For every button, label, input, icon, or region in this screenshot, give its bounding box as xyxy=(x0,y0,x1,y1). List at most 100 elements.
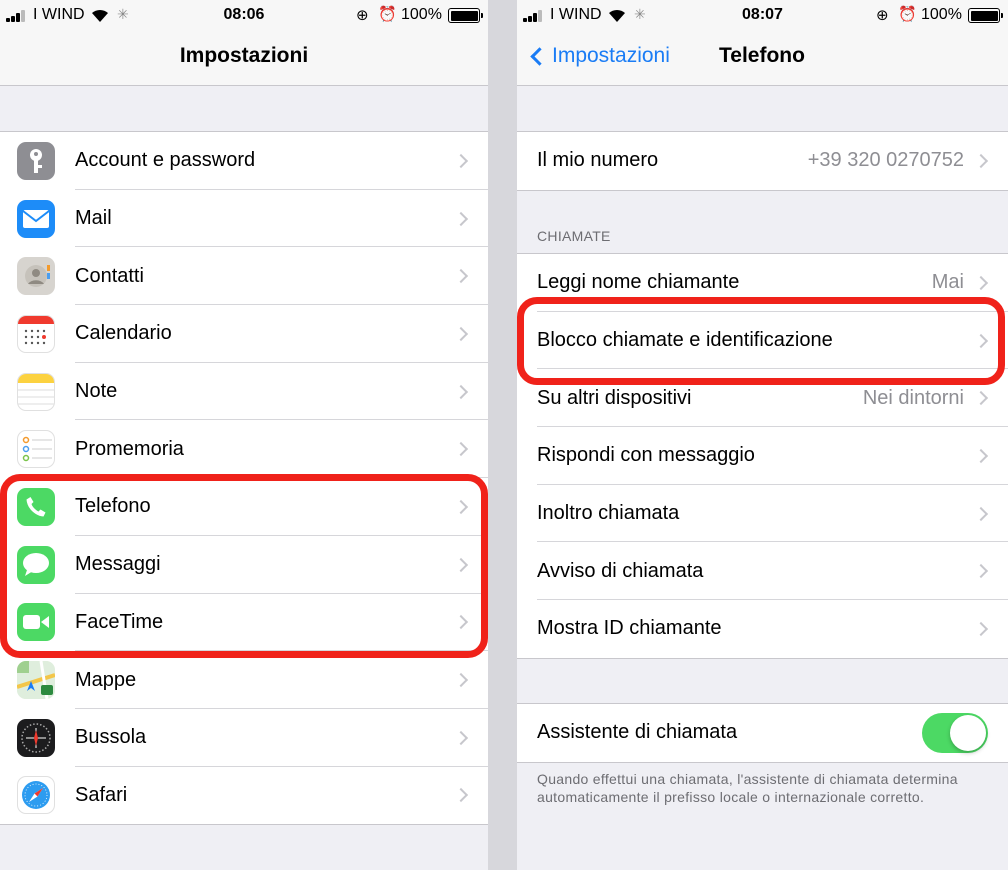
rotation-lock-icon: ⊕ xyxy=(876,7,889,24)
my-number-value: +39 320 0270752 xyxy=(807,149,964,172)
alarm-icon: ⏰ xyxy=(378,6,397,23)
calls-item-label: Blocco chiamate e identificazione xyxy=(537,329,833,352)
battery-icon xyxy=(448,8,483,23)
nav-bar: Impostazioni Telefono xyxy=(517,30,1008,86)
page-title: Telefono xyxy=(719,44,805,67)
rotation-lock-icon: ⊕ xyxy=(356,7,369,24)
assistant-label: Assistente di chiamata xyxy=(537,721,738,744)
chevron-right-icon xyxy=(453,672,469,688)
chevron-right-icon xyxy=(453,211,469,226)
status-bar: I WIND ✳ 08:07 ⊕ ⏰ 100% xyxy=(517,0,1008,30)
calls-item-value: Nei dintorni xyxy=(862,386,964,409)
settings-item-label: Note xyxy=(75,380,118,403)
calls-item-value: Mai xyxy=(931,271,964,294)
calls-item-respond-text[interactable]: Rispondi con messaggio xyxy=(517,427,1008,485)
status-bar: I WIND ✳ 08:06 ⊕ ⏰ 100% xyxy=(0,0,488,30)
my-number-label: Il mio numero xyxy=(537,149,659,172)
my-number-group: Il mio numero +39 320 0270752 xyxy=(517,131,1008,191)
chevron-right-icon xyxy=(973,506,989,521)
settings-item-maps[interactable]: Mappe xyxy=(0,651,488,709)
calls-item-waiting[interactable]: Avviso di chiamata xyxy=(517,542,1008,601)
phone-icon xyxy=(17,487,55,526)
reminders-icon xyxy=(17,430,55,469)
settings-item-label: FaceTime xyxy=(75,610,164,633)
chevron-right-icon xyxy=(973,153,989,168)
settings-item-facetime[interactable]: FaceTime xyxy=(0,594,488,652)
settings-item-contacts[interactable]: Contatti xyxy=(0,247,488,306)
chevron-right-icon xyxy=(973,391,989,406)
settings-item-reminders[interactable]: Promemoria xyxy=(0,420,488,479)
settings-item-label: Account e password xyxy=(75,149,256,172)
phone-settings-screen: I WIND ✳ 08:07 ⊕ ⏰ 100% Impostazioni Tel… xyxy=(517,0,1008,870)
chevron-right-icon xyxy=(453,615,469,630)
alarm-icon: ⏰ xyxy=(898,6,917,23)
settings-item-compass[interactable]: Bussola xyxy=(0,709,488,767)
chevron-right-icon xyxy=(453,269,469,284)
calls-item-label: Su altri dispositivi xyxy=(537,386,692,409)
toggle-knob xyxy=(950,714,986,751)
calls-section-header: CHIAMATE xyxy=(537,228,611,244)
back-button[interactable]: Impostazioni xyxy=(527,44,670,68)
settings-item-account[interactable]: Account e password xyxy=(0,132,488,190)
settings-item-phone[interactable]: Telefono xyxy=(0,478,488,536)
chevron-right-icon xyxy=(453,153,469,168)
chevron-left-icon xyxy=(530,46,549,66)
settings-item-label: Mappe xyxy=(75,668,137,691)
settings-item-label: Safari xyxy=(75,783,128,806)
maps-icon xyxy=(17,661,55,700)
chevron-right-icon xyxy=(973,564,989,579)
calls-item-blocking[interactable]: Blocco chiamate e identificazione xyxy=(517,312,1008,370)
settings-item-messages[interactable]: Messaggi xyxy=(0,536,488,594)
battery-icon xyxy=(968,8,1003,23)
calls-item-label: Mostra ID chiamante xyxy=(537,617,722,640)
assistant-toggle[interactable] xyxy=(922,712,988,753)
battery-percent: 100% xyxy=(921,6,962,23)
facetime-icon xyxy=(17,603,55,642)
settings-item-label: Mail xyxy=(75,207,112,230)
settings-item-label: Calendario xyxy=(75,322,172,345)
notes-icon xyxy=(17,372,55,411)
settings-item-label: Promemoria xyxy=(75,437,184,460)
settings-item-safari[interactable]: Safari xyxy=(0,767,488,825)
assistant-row: Assistente di chiamata xyxy=(517,704,1008,762)
chevron-right-icon xyxy=(973,275,989,290)
chevron-right-icon xyxy=(973,448,989,463)
calls-item-label: Rispondi con messaggio xyxy=(537,444,755,467)
assistant-note: Quando effettui una chiamata, l'assisten… xyxy=(537,771,958,805)
settings-item-label: Bussola xyxy=(75,726,147,749)
settings-item-label: Messaggi xyxy=(75,553,161,576)
chevron-right-icon xyxy=(453,442,469,457)
safari-icon xyxy=(17,776,55,815)
panel-divider xyxy=(488,0,517,870)
contacts-icon xyxy=(17,257,55,296)
page-title: Impostazioni xyxy=(179,44,309,67)
battery-percent: 100% xyxy=(401,6,442,23)
messages-icon xyxy=(17,545,55,584)
nav-bar: Impostazioni xyxy=(0,30,488,86)
chevron-right-icon xyxy=(973,333,989,348)
calendar-icon xyxy=(17,314,55,353)
compass-icon xyxy=(17,718,55,757)
my-number-row[interactable]: Il mio numero +39 320 0270752 xyxy=(517,132,1008,190)
calls-item-other-devices[interactable]: Su altri dispositivi Nei dintorni xyxy=(517,369,1008,428)
chevron-right-icon xyxy=(973,621,989,637)
chevron-right-icon xyxy=(453,326,469,341)
calls-item-label: Avviso di chiamata xyxy=(537,559,704,582)
calls-item-announce[interactable]: Leggi nome chiamante Mai xyxy=(517,254,1008,312)
settings-screen: I WIND ✳ 08:06 ⊕ ⏰ 100% Impostazioni Acc… xyxy=(0,0,488,870)
mail-icon xyxy=(17,199,55,238)
settings-list: Account e password Mail Contatti Calenda… xyxy=(0,131,488,826)
calls-group: Leggi nome chiamante Mai Blocco chiamate… xyxy=(517,253,1008,659)
calls-item-forwarding[interactable]: Inoltro chiamata xyxy=(517,485,1008,543)
calls-item-label: Leggi nome chiamante xyxy=(537,271,740,294)
chevron-right-icon xyxy=(453,730,469,745)
settings-item-mail[interactable]: Mail xyxy=(0,190,488,248)
calls-item-show-caller-id[interactable]: Mostra ID chiamante xyxy=(517,600,1008,658)
back-label: Impostazioni xyxy=(552,44,670,67)
chevron-right-icon xyxy=(453,788,469,803)
settings-item-notes[interactable]: Note xyxy=(0,363,488,421)
settings-item-label: Contatti xyxy=(75,264,144,287)
chevron-right-icon xyxy=(453,557,469,572)
chevron-right-icon xyxy=(453,499,469,515)
settings-item-calendar[interactable]: Calendario xyxy=(0,305,488,363)
